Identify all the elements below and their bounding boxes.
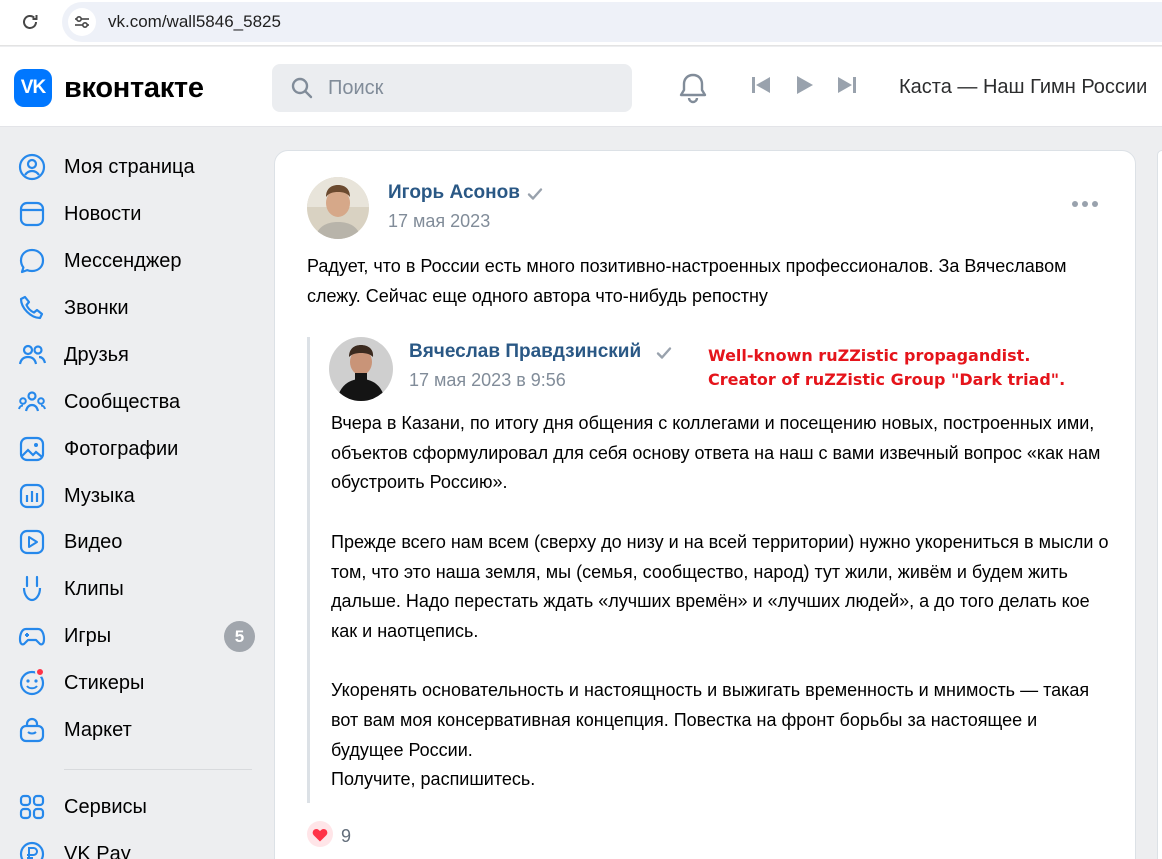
search-icon bbox=[290, 76, 314, 105]
repost-text: Вчера в Казани, по итогу дня общения с к… bbox=[331, 409, 1111, 795]
search-box[interactable] bbox=[272, 64, 632, 112]
sidebar-item-vkpay[interactable]: VK Pay bbox=[14, 832, 264, 859]
sidebar-item-label: Сообщества bbox=[64, 390, 181, 413]
sidebar-item-my-page[interactable]: Моя страница bbox=[14, 145, 264, 189]
video-icon bbox=[14, 524, 50, 560]
more-options-icon[interactable] bbox=[1071, 197, 1099, 215]
next-track-icon[interactable] bbox=[836, 75, 858, 100]
sidebar-item-clips[interactable]: Клипы bbox=[14, 567, 264, 611]
play-icon[interactable] bbox=[794, 75, 814, 100]
repost-paragraph: Прежде всего нам всем (сверху до низу и … bbox=[331, 531, 1109, 641]
services-icon bbox=[14, 789, 50, 825]
vkpay-icon bbox=[14, 836, 50, 859]
sidebar-item-video[interactable]: Видео bbox=[14, 520, 264, 564]
sidebar-item-label: Мессенджер bbox=[64, 249, 182, 272]
sidebar-item-label: Видео bbox=[64, 530, 123, 553]
clips-icon bbox=[14, 571, 50, 607]
like-count: 9 bbox=[341, 826, 352, 846]
annotation-line: Creator of ruZZistic Group "Dark triad". bbox=[708, 370, 1066, 389]
sidebar-item-label: Игры bbox=[64, 624, 112, 647]
phone-icon bbox=[14, 290, 50, 326]
sidebar-item-label: VK Pay bbox=[64, 842, 131, 859]
vk-logo-icon: VK bbox=[14, 69, 52, 107]
sidebar-item-label: Клипы bbox=[64, 577, 124, 600]
annotation-line: Well-known ruZZistic propagandist. bbox=[708, 346, 1031, 365]
message-icon bbox=[14, 243, 50, 279]
news-icon bbox=[14, 196, 50, 232]
repost-date[interactable]: 17 мая 2023 в 9:56 bbox=[409, 370, 566, 391]
sidebar-item-games[interactable]: Игры 5 bbox=[14, 614, 264, 658]
bell-icon[interactable] bbox=[676, 71, 710, 110]
sidebar-item-label: Новости bbox=[64, 202, 142, 225]
games-count-badge: 5 bbox=[224, 621, 255, 652]
sidebar-divider bbox=[64, 769, 252, 770]
user-circle-icon bbox=[14, 149, 50, 185]
previous-track-icon[interactable] bbox=[750, 75, 772, 100]
red-overlay-annotation: Well-known ruZZistic propagandist. Creat… bbox=[708, 344, 1065, 392]
sidebar-item-label: Друзья bbox=[64, 343, 129, 366]
reload-icon[interactable] bbox=[18, 10, 42, 34]
market-icon bbox=[14, 712, 50, 748]
sticker-icon bbox=[14, 665, 50, 701]
audio-player-controls bbox=[750, 75, 858, 100]
url-text[interactable]: vk.com/wall5846_5825 bbox=[108, 12, 281, 32]
logo-text: вконтакте bbox=[64, 71, 204, 104]
sidebar-item-music[interactable]: Музыка bbox=[14, 474, 264, 518]
repost-author-name[interactable]: Вячеслав Правдзинский bbox=[409, 341, 641, 363]
repost-paragraph: Вчера в Казани, по итогу дня общения с к… bbox=[331, 413, 1101, 493]
vk-logo[interactable]: VK вконтакте bbox=[14, 69, 204, 107]
gamepad-icon bbox=[14, 618, 50, 654]
sidebar-item-calls[interactable]: Звонки bbox=[14, 286, 264, 330]
repost-author-avatar[interactable] bbox=[329, 337, 393, 401]
sidebar-item-news[interactable]: Новости bbox=[14, 192, 264, 236]
sidebar-item-label: Музыка bbox=[64, 484, 135, 507]
sidebar-item-messenger[interactable]: Мессенджер bbox=[14, 239, 264, 283]
now-playing-track[interactable]: Каста — Наш Гимн России bbox=[899, 76, 1147, 99]
sidebar-item-label: Сервисы bbox=[64, 795, 147, 818]
sidebar-item-communities[interactable]: Сообщества bbox=[14, 380, 264, 424]
verified-check-icon bbox=[656, 345, 672, 366]
heart-icon bbox=[307, 821, 333, 852]
post-date[interactable]: 17 мая 2023 bbox=[388, 211, 490, 232]
sidebar-item-label: Звонки bbox=[64, 296, 129, 319]
sidebar-item-photos[interactable]: Фотографии bbox=[14, 427, 264, 471]
right-column-edge bbox=[1157, 150, 1162, 859]
post-text: Радует, что в России есть много позитивн… bbox=[307, 256, 1067, 306]
photo-icon bbox=[14, 431, 50, 467]
search-input[interactable] bbox=[328, 74, 618, 102]
sidebar-item-market[interactable]: Маркет bbox=[14, 708, 264, 752]
post-author-name[interactable]: Игорь Асонов bbox=[388, 182, 520, 204]
sidebar-item-label: Фотографии bbox=[64, 437, 179, 460]
verified-check-icon bbox=[527, 186, 543, 207]
sidebar-item-label: Маркет bbox=[64, 718, 132, 741]
browser-toolbar: vk.com/wall5846_5825 bbox=[0, 0, 1162, 46]
sidebar-item-label: Моя страница bbox=[64, 155, 195, 178]
reposted-post: Вячеслав Правдзинский 17 мая 2023 в 9:56… bbox=[307, 337, 1108, 803]
sidebar-item-friends[interactable]: Друзья bbox=[14, 333, 264, 377]
sidebar-item-label: Стикеры bbox=[64, 671, 145, 694]
notification-dot bbox=[35, 667, 45, 677]
music-icon bbox=[14, 478, 50, 514]
author-avatar[interactable] bbox=[307, 177, 369, 239]
like-button[interactable]: 9 bbox=[307, 821, 351, 852]
wall-post: Игорь Асонов 17 мая 2023 Радует, что в Р… bbox=[274, 150, 1136, 859]
repost-paragraph: Укоренять основательность и настоящность… bbox=[331, 680, 1090, 790]
site-info-icon[interactable] bbox=[68, 8, 96, 36]
address-bar[interactable]: vk.com/wall5846_5825 bbox=[62, 2, 1162, 42]
communities-icon bbox=[14, 384, 50, 420]
sidebar-item-stickers[interactable]: Стикеры bbox=[14, 661, 264, 705]
friends-icon bbox=[14, 337, 50, 373]
site-header: VK вконтакте Каста — Наш Гимн России bbox=[0, 47, 1162, 127]
sidebar-item-services[interactable]: Сервисы bbox=[14, 785, 264, 829]
